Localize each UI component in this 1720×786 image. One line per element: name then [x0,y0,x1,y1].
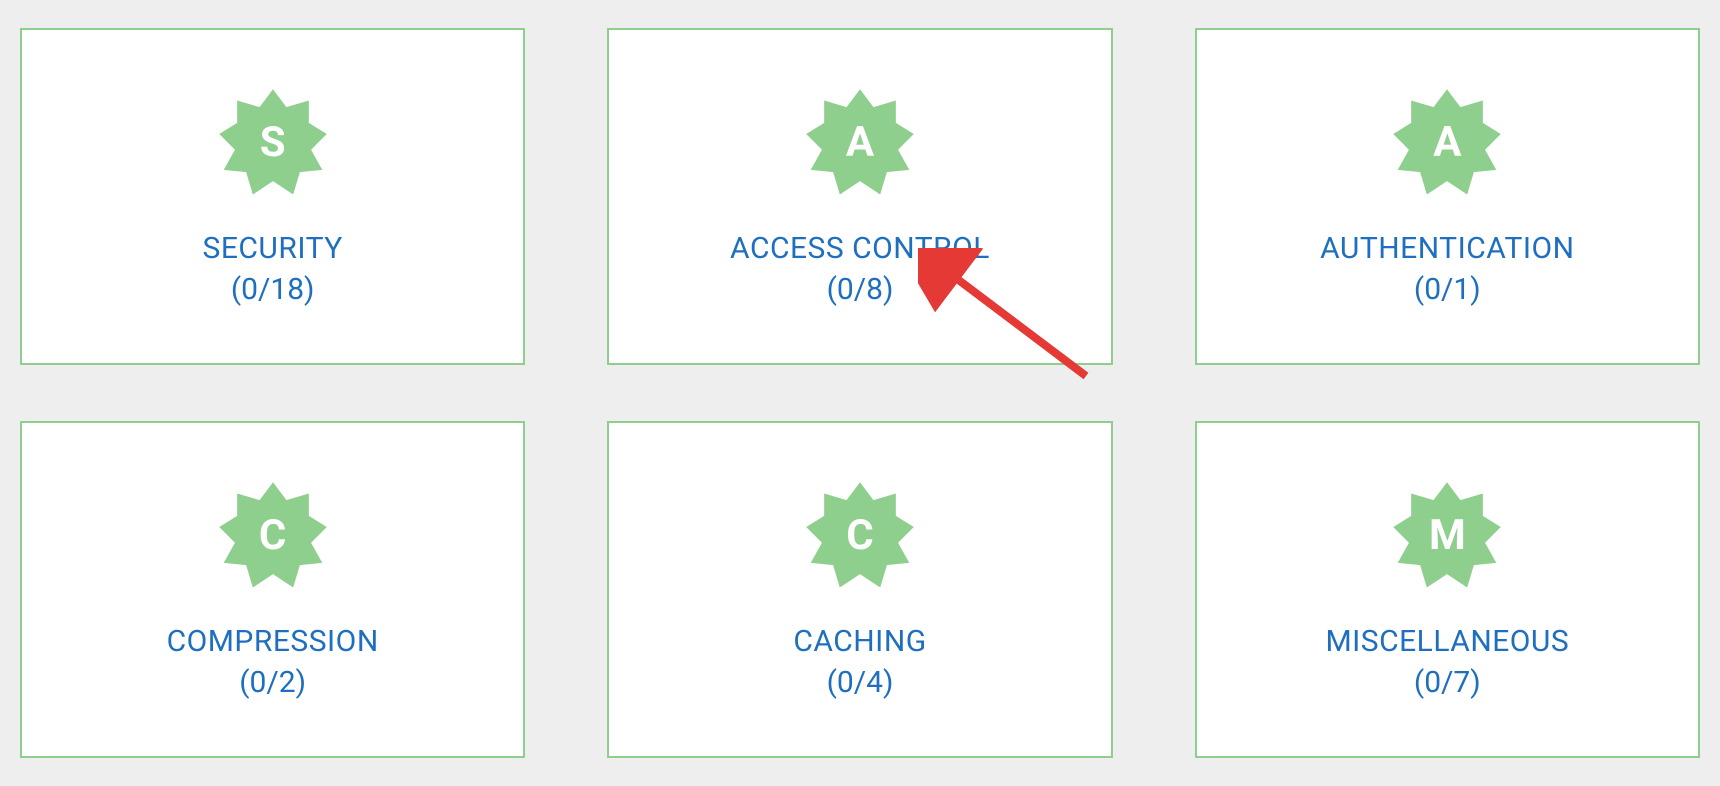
card-count: (0/7) [1414,665,1481,700]
card-caching[interactable]: C CACHING (0/4) [607,421,1112,758]
card-access-control[interactable]: A ACCESS CONTROL (0/8) [607,28,1112,365]
star-badge-icon: C [217,480,329,592]
card-count: (0/1) [1414,272,1481,307]
card-count: (0/18) [231,272,315,307]
card-grid: S SECURITY (0/18) A ACCESS CONTROL (0/8)… [0,0,1720,786]
star-badge-icon: A [1391,87,1503,199]
card-title: ACCESS CONTROL [730,231,990,266]
badge-letter: A [1433,118,1461,167]
card-count: (0/8) [827,272,894,307]
star-badge-icon: C [804,480,916,592]
card-authentication[interactable]: A AUTHENTICATION (0/1) [1195,28,1700,365]
badge-letter: C [259,511,286,560]
card-count: (0/2) [239,665,306,700]
card-title: CACHING [793,624,926,659]
star-badge-icon: M [1391,480,1503,592]
card-title: AUTHENTICATION [1320,231,1574,266]
star-badge-icon: S [217,87,329,199]
card-count: (0/4) [827,665,894,700]
badge-letter: S [260,118,286,167]
badge-letter: M [1429,511,1466,560]
card-security[interactable]: S SECURITY (0/18) [20,28,525,365]
card-title: MISCELLANEOUS [1325,624,1569,659]
card-compression[interactable]: C COMPRESSION (0/2) [20,421,525,758]
card-title: SECURITY [203,231,343,266]
badge-letter: C [846,511,873,560]
card-miscellaneous[interactable]: M MISCELLANEOUS (0/7) [1195,421,1700,758]
card-title: COMPRESSION [167,624,379,659]
star-badge-icon: A [804,87,916,199]
badge-letter: A [846,118,874,167]
